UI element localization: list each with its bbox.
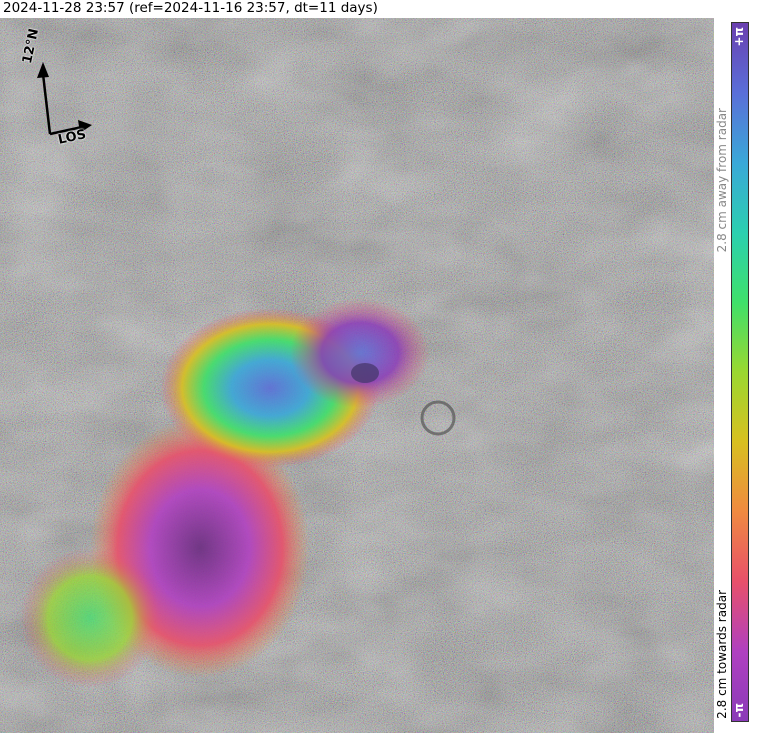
colorbar-min-label: -π [732,702,746,717]
colorbar-away-label: 2.8 cm away from radar [715,108,729,253]
interferogram-map: 12°N LOS [0,18,714,733]
page-title: 2024-11-28 23:57 (ref=2024-11-16 23:57, … [3,0,378,16]
colorbar-max-label: +π [732,27,746,47]
colorbar-towards-label: 2.8 cm towards radar [715,590,729,719]
colorbar: +π -π [731,22,749,722]
colorbar-panel: 2.8 cm away from radar 2.8 cm towards ra… [714,18,765,733]
summit-crater [351,363,379,383]
interferogram-image [0,18,714,733]
